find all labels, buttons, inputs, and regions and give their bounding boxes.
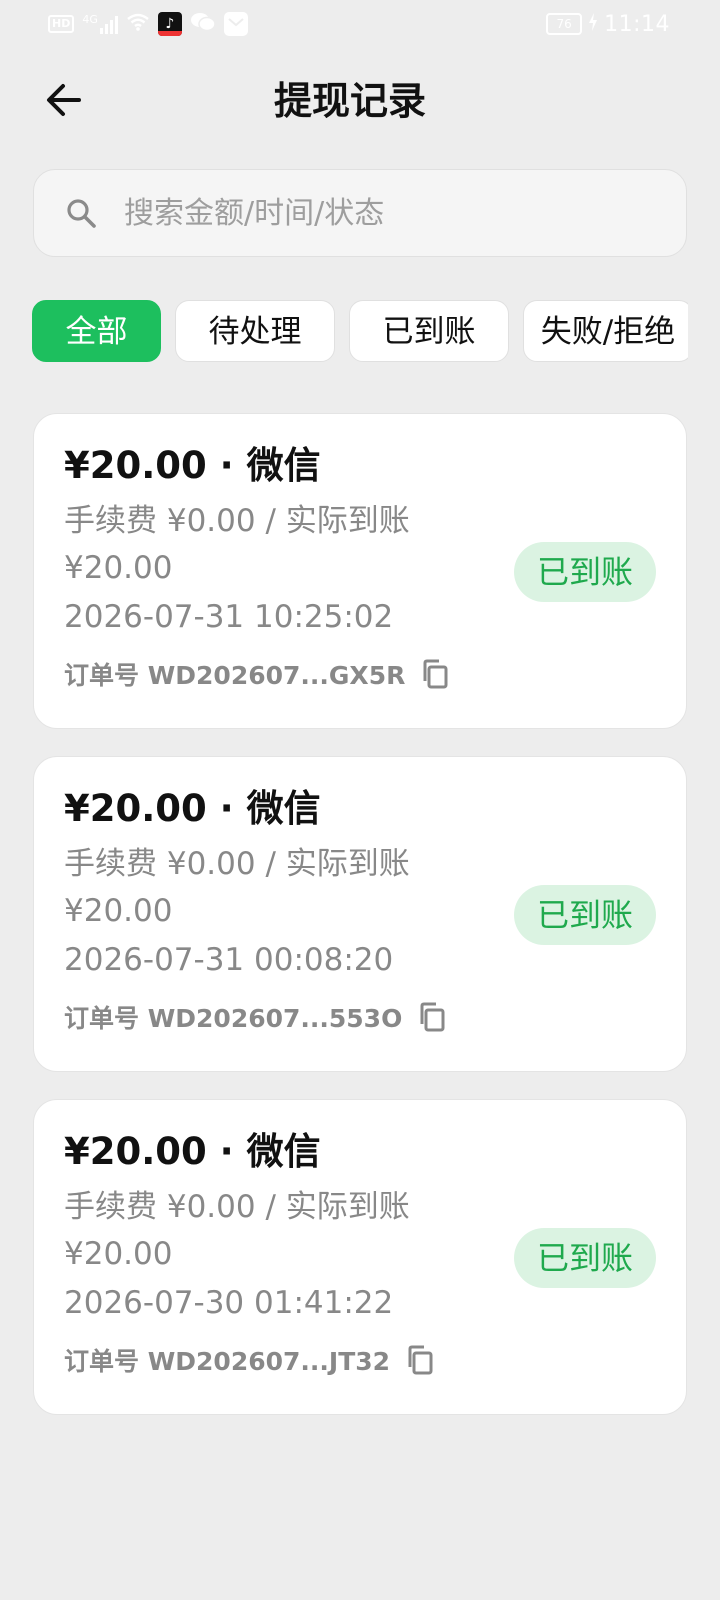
- network-label: 4G: [82, 12, 98, 26]
- record-time: 2026-07-31 00:08:20: [64, 942, 394, 978]
- copy-icon[interactable]: [419, 658, 451, 690]
- message-icon: [223, 12, 248, 36]
- page-title: 提现记录: [273, 79, 426, 123]
- record-fee: 手续费 ¥0.00 / 实际到账 ¥20.00: [64, 503, 410, 586]
- filter-tabs: 全部 待处理 已到账 失败/拒绝: [32, 300, 688, 364]
- tab-all[interactable]: 全部: [32, 300, 161, 362]
- record-amount-title: ¥20.00 · 微信: [64, 1130, 321, 1173]
- status-badge: 已到账: [514, 542, 656, 602]
- record-fee: 手续费 ¥0.00 / 实际到账 ¥20.00: [64, 1189, 410, 1272]
- tab-pending[interactable]: 待处理: [175, 300, 335, 362]
- record-amount-title: ¥20.00 · 微信: [64, 444, 321, 487]
- status-left: HD 4G ♪: [48, 11, 248, 37]
- status-right: 76 11:14: [546, 9, 670, 39]
- tab-received[interactable]: 已到账: [349, 300, 509, 362]
- copy-icon[interactable]: [404, 1344, 436, 1376]
- search-icon: [64, 196, 98, 230]
- tiktok-app-icon: ♪: [157, 12, 182, 36]
- record-amount-title: ¥20.00 · 微信: [64, 787, 321, 830]
- status-badge: 已到账: [514, 1228, 656, 1288]
- order-number: 订单号 WD202607...JT32: [64, 1347, 391, 1376]
- withdraw-record-card[interactable]: ¥20.00 · 微信 手续费 ¥0.00 / 实际到账 ¥20.00 2026…: [33, 756, 687, 1072]
- order-number: 订单号 WD202607...553O: [64, 1004, 403, 1033]
- order-number: 订单号 WD202607...GX5R: [64, 661, 406, 690]
- record-time: 2026-07-30 01:41:22: [64, 1285, 394, 1321]
- signal-icon: [99, 14, 118, 34]
- copy-icon[interactable]: [416, 1001, 448, 1033]
- record-time: 2026-07-31 10:25:02: [64, 599, 394, 635]
- record-order: 订单号 WD202607...GX5R: [64, 654, 451, 694]
- status-badge: 已到账: [514, 885, 656, 945]
- battery-icon: 76: [546, 13, 583, 35]
- withdraw-record-card[interactable]: ¥20.00 · 微信 手续费 ¥0.00 / 实际到账 ¥20.00 2026…: [33, 1099, 687, 1415]
- record-order: 订单号 WD202607...553O: [64, 997, 448, 1037]
- status-bar: HD 4G ♪ 76 11:14: [0, 0, 720, 50]
- record-fee: 手续费 ¥0.00 / 实际到账 ¥20.00: [64, 846, 410, 929]
- wechat-icon: [190, 11, 216, 37]
- withdraw-record-card[interactable]: ¥20.00 · 微信 手续费 ¥0.00 / 实际到账 ¥20.00 2026…: [33, 413, 687, 729]
- status-time: 11:14: [604, 11, 670, 37]
- record-order: 订单号 WD202607...JT32: [64, 1340, 436, 1380]
- search-bar[interactable]: [33, 169, 687, 257]
- header: 提现记录: [0, 60, 720, 140]
- hd-indicator: HD: [48, 15, 75, 33]
- search-input[interactable]: [122, 187, 626, 239]
- tab-failed[interactable]: 失败/拒绝: [523, 300, 688, 362]
- wifi-icon: [126, 12, 150, 36]
- charging-icon: [588, 13, 598, 35]
